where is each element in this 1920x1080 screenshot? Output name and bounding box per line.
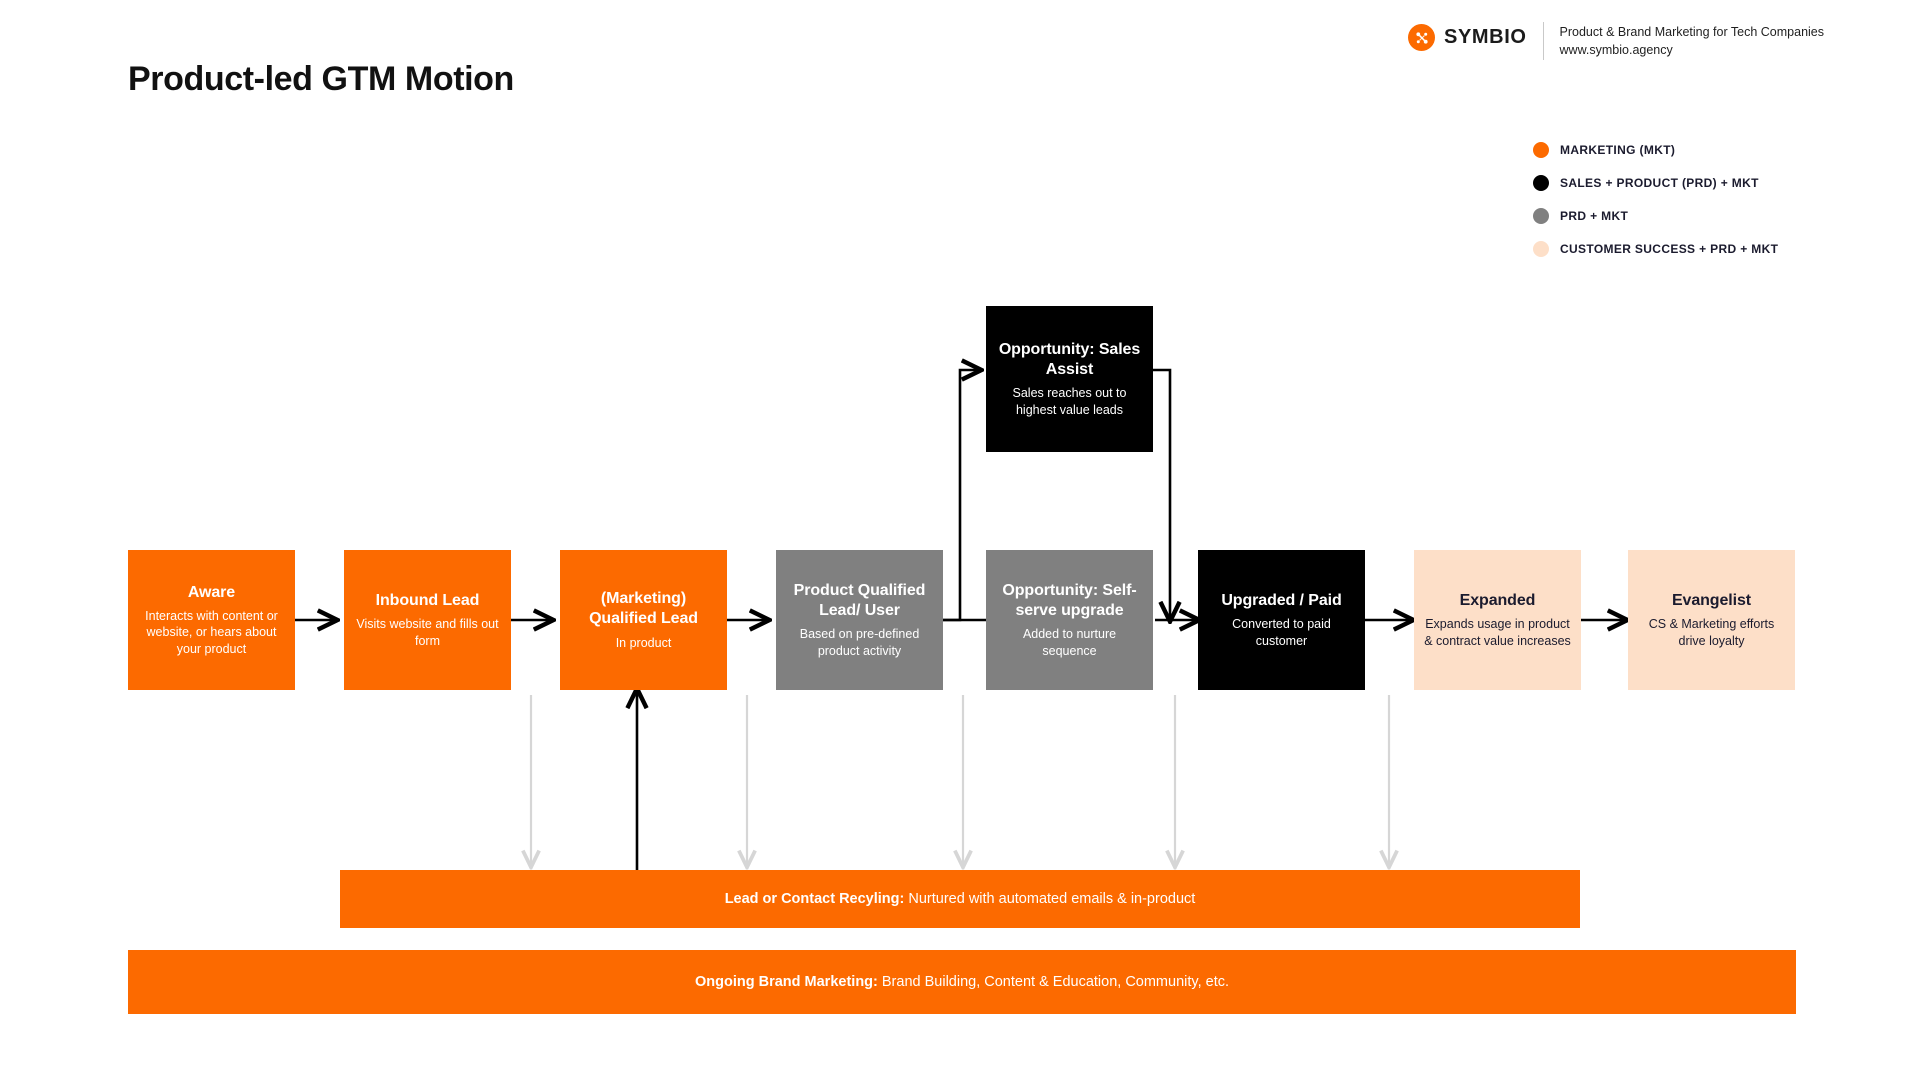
node-title: Opportunity: Self-serve upgrade	[1002, 582, 1137, 620]
node-description: Sales reaches out to highest value leads	[1012, 386, 1127, 417]
node-description: Added to nurture sequence	[1022, 627, 1117, 658]
flow-node-expanded[interactable]: Expanded Expands usage in product & cont…	[1414, 550, 1581, 690]
node-description: Expands usage in product & contract valu…	[1424, 617, 1571, 648]
node-description: Visits website and fills out form	[356, 617, 499, 648]
flow-node-aware[interactable]: Aware Interacts with content or website,…	[128, 550, 295, 690]
node-description: Based on pre-defined product activity	[799, 627, 920, 658]
node-title: Evangelist	[1671, 592, 1752, 610]
node-description: Converted to paid customer	[1232, 617, 1331, 648]
node-title: Upgraded / Paid	[1221, 592, 1342, 610]
node-title: Product Qualified Lead/ User	[793, 582, 926, 620]
node-title: Inbound Lead	[375, 592, 480, 610]
flow-node-marketing-qualified-lead[interactable]: (Marketing) Qualified Lead In product	[560, 550, 727, 690]
node-title: (Marketing) Qualified Lead	[589, 590, 698, 628]
node-description: Interacts with content or website, or he…	[145, 609, 278, 656]
recycling-bar-detail: Nurtured with automated emails & in-prod…	[904, 891, 1196, 907]
flow-node-opportunity-sales-assist[interactable]: Opportunity: Sales Assist Sales reaches …	[986, 306, 1153, 452]
recycling-bar-text: Lead or Contact Recyling: Nurtured with …	[725, 891, 1196, 907]
brand-marketing-bar-text: Ongoing Brand Marketing: Brand Building,…	[695, 974, 1229, 990]
node-description: In product	[615, 635, 672, 650]
flow-node-evangelist[interactable]: Evangelist CS & Marketing efforts drive …	[1628, 550, 1795, 690]
recycling-bar[interactable]: Lead or Contact Recyling: Nurtured with …	[340, 870, 1580, 928]
diagram-canvas: Product-led GTM Motion SYMBIO Product & …	[0, 0, 1920, 1080]
recycling-bar-label: Lead or Contact Recyling:	[724, 891, 905, 907]
flow-node-opportunity-self-serve-upgrade[interactable]: Opportunity: Self-serve upgrade Added to…	[986, 550, 1153, 690]
flow-node-inbound-lead[interactable]: Inbound Lead Visits website and fills ou…	[344, 550, 511, 690]
brand-marketing-bar-detail: Brand Building, Content & Education, Com…	[877, 974, 1229, 990]
brand-marketing-bar[interactable]: Ongoing Brand Marketing: Brand Building,…	[128, 950, 1796, 1014]
node-title: Expanded	[1459, 592, 1536, 610]
flow-node-upgraded-paid[interactable]: Upgraded / Paid Converted to paid custom…	[1198, 550, 1365, 690]
node-description: CS & Marketing efforts drive loyalty	[1648, 617, 1775, 648]
node-title: Opportunity: Sales Assist	[998, 341, 1141, 379]
brand-marketing-bar-label: Ongoing Brand Marketing:	[695, 974, 878, 990]
flow-node-product-qualified-lead[interactable]: Product Qualified Lead/ User Based on pr…	[776, 550, 943, 690]
node-title: Aware	[187, 584, 236, 602]
